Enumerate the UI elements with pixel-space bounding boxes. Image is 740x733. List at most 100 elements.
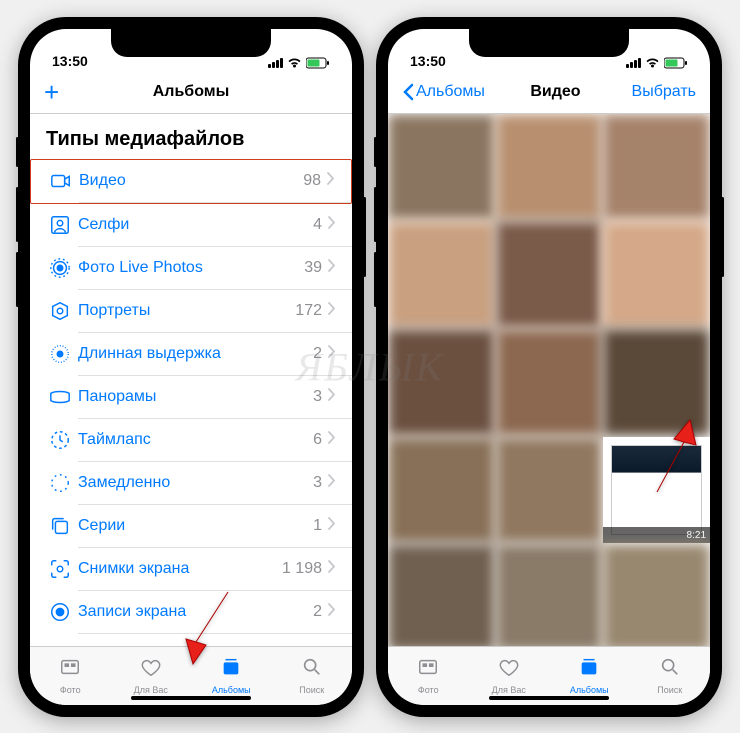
row-label: Снимки экрана — [78, 560, 282, 578]
row-label: Замедленно — [78, 474, 313, 492]
row-label: Портреты — [78, 302, 295, 320]
foryou-icon — [139, 656, 163, 683]
chevron-right-icon — [328, 388, 336, 406]
video-grid[interactable]: 8:21 — [388, 114, 710, 646]
tab-label: Фото — [60, 685, 81, 695]
media-row-timelapse[interactable]: Таймлапс6 — [30, 419, 352, 462]
video-thumbnail[interactable] — [496, 114, 603, 221]
video-icon — [47, 169, 75, 193]
media-row-selfie[interactable]: Селфи4 — [30, 204, 352, 247]
video-thumbnail[interactable] — [603, 114, 710, 221]
media-row-pano[interactable]: Панорамы3 — [30, 376, 352, 419]
wifi-icon — [287, 57, 302, 69]
selfie-icon — [46, 213, 74, 237]
photos-icon — [58, 656, 82, 683]
row-count: 39 — [304, 259, 322, 277]
video-thumbnail[interactable] — [496, 329, 603, 436]
back-button[interactable]: Альбомы — [402, 83, 485, 101]
select-button[interactable]: Выбрать — [632, 83, 696, 101]
video-duration: 8:21 — [603, 527, 710, 543]
battery-icon — [664, 57, 688, 69]
record-icon — [46, 600, 74, 624]
live-icon — [46, 256, 74, 280]
annotation-arrow — [178, 587, 238, 672]
chevron-right-icon — [328, 345, 336, 363]
notch — [469, 29, 629, 57]
row-count: 2 — [313, 345, 322, 363]
row-label: Серии — [78, 517, 313, 535]
albums-icon — [577, 656, 601, 683]
nav-title: Видео — [530, 83, 580, 101]
anim-icon — [46, 643, 74, 646]
nav-title: Альбомы — [153, 83, 230, 101]
battery-icon — [306, 57, 330, 69]
media-row-long[interactable]: Длинная выдержка2 — [30, 333, 352, 376]
status-time: 13:50 — [410, 53, 446, 69]
tab-search[interactable]: Поиск — [272, 647, 353, 705]
burst-icon — [46, 514, 74, 538]
chevron-right-icon — [328, 302, 336, 320]
video-thumbnail[interactable] — [388, 221, 495, 328]
chevron-right-icon — [328, 603, 336, 621]
annotation-arrow — [642, 417, 702, 502]
pano-icon — [46, 385, 74, 409]
video-thumbnail[interactable] — [603, 221, 710, 328]
screenshot-icon — [46, 557, 74, 581]
row-count: 6 — [313, 431, 322, 449]
row-count: 3 — [313, 388, 322, 406]
video-thumbnail[interactable] — [388, 329, 495, 436]
video-thumbnail[interactable] — [388, 544, 495, 645]
wifi-icon — [645, 57, 660, 69]
chevron-right-icon — [328, 474, 336, 492]
chevron-left-icon — [402, 83, 414, 101]
home-indicator[interactable] — [131, 696, 251, 700]
media-row-burst[interactable]: Серии1 — [30, 505, 352, 548]
row-count: 1 198 — [282, 560, 322, 578]
tab-label: Для Вас — [492, 685, 526, 695]
row-label: Панорамы — [78, 388, 313, 406]
tab-photos[interactable]: Фото — [30, 647, 111, 705]
video-thumbnail[interactable] — [496, 221, 603, 328]
video-thumbnail[interactable] — [496, 544, 603, 645]
slomo-icon — [46, 471, 74, 495]
media-row-video[interactable]: Видео98 — [30, 159, 352, 204]
tab-label: Поиск — [657, 685, 682, 695]
albums-list[interactable]: Типы медиафайловВидео98Селфи4Фото Live P… — [30, 114, 352, 646]
row-label: Длинная выдержка — [78, 345, 313, 363]
video-thumbnail[interactable] — [496, 437, 603, 544]
chevron-right-icon — [327, 172, 335, 190]
tab-label: Поиск — [299, 685, 324, 695]
media-row-screenshot[interactable]: Снимки экрана1 198 — [30, 548, 352, 591]
video-thumbnail[interactable] — [388, 437, 495, 544]
media-row-live[interactable]: Фото Live Photos39 — [30, 247, 352, 290]
row-count: 1 — [313, 517, 322, 535]
row-label: Фото Live Photos — [78, 259, 304, 277]
tab-label: Фото — [418, 685, 439, 695]
tab-label: Для Вас — [134, 685, 168, 695]
chevron-right-icon — [328, 216, 336, 234]
nav-bar: Альбомы Видео Выбрать — [388, 71, 710, 114]
media-row-portrait[interactable]: Портреты172 — [30, 290, 352, 333]
chevron-right-icon — [328, 560, 336, 578]
notch — [111, 29, 271, 57]
video-thumbnail[interactable] — [603, 544, 710, 645]
photos-icon — [416, 656, 440, 683]
media-row-slomo[interactable]: Замедленно3 — [30, 462, 352, 505]
signal-icon — [626, 58, 641, 68]
tab-search[interactable]: Поиск — [630, 647, 711, 705]
row-count: 2 — [313, 603, 322, 621]
row-label: Таймлапс — [78, 431, 313, 449]
search-icon — [300, 656, 324, 683]
add-button[interactable]: + — [44, 79, 59, 105]
row-label: Селфи — [78, 216, 313, 234]
row-count: 3 — [313, 474, 322, 492]
nav-bar: + Альбомы — [30, 71, 352, 114]
screenshot-stage: ЯБЛЫК 13:50 + Альбомы Типы медиафайловВи… — [0, 0, 740, 733]
chevron-right-icon — [328, 259, 336, 277]
portrait-icon — [46, 299, 74, 323]
chevron-right-icon — [328, 431, 336, 449]
home-indicator[interactable] — [489, 696, 609, 700]
tab-photos[interactable]: Фото — [388, 647, 469, 705]
signal-icon — [268, 58, 283, 68]
video-thumbnail[interactable] — [388, 114, 495, 221]
